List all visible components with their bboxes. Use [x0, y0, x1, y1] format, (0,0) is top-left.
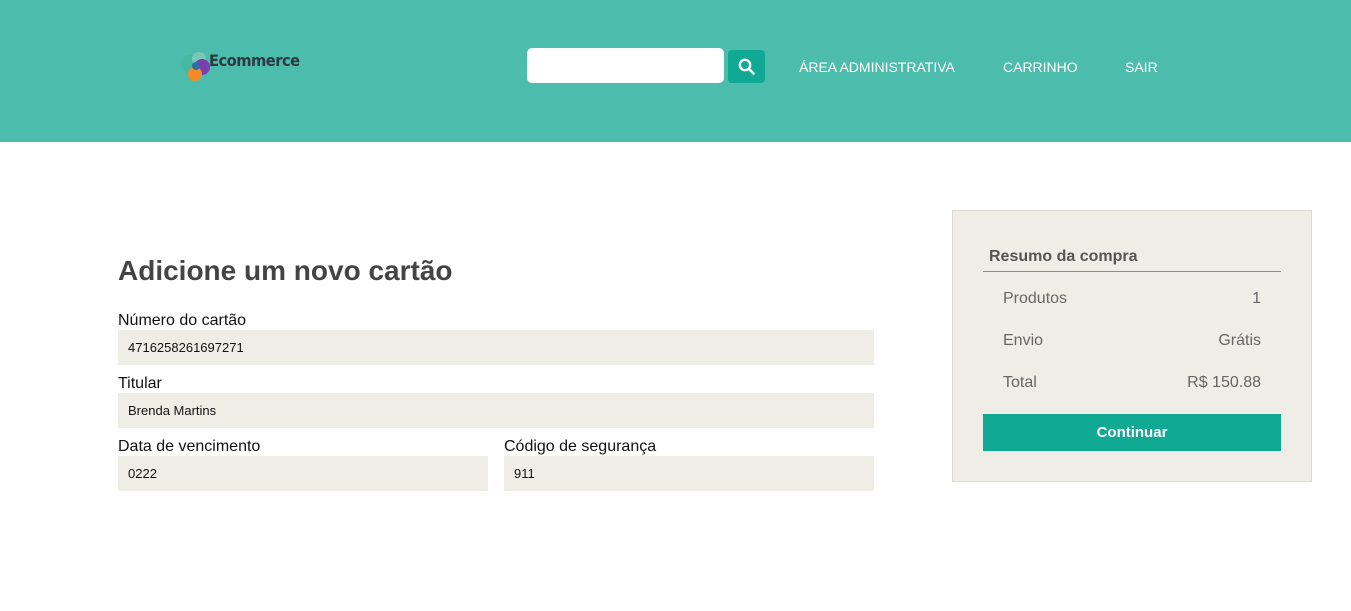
products-count: 1: [1252, 290, 1261, 307]
search-button[interactable]: [728, 50, 765, 83]
summary-row-products: Produtos 1: [1003, 289, 1261, 309]
card-holder-field[interactable]: [118, 393, 874, 428]
card-number-field[interactable]: [118, 330, 874, 365]
nav-cart[interactable]: CARRINHO: [1003, 59, 1078, 75]
total-label: Total: [1003, 374, 1037, 391]
summary-divider: [983, 271, 1281, 272]
total-value: R$ 150.88: [1187, 374, 1261, 391]
summary-row-shipping: Envio Grátis: [1003, 331, 1261, 351]
nav-logout[interactable]: SAIR: [1125, 59, 1158, 75]
card-number-label: Número do cartão: [118, 312, 247, 329]
nav-admin-area[interactable]: ÁREA ADMINISTRATIVA: [799, 59, 955, 75]
card-holder-label: Titular: [118, 375, 162, 392]
shipping-value: Grátis: [1218, 332, 1261, 349]
search-input[interactable]: [527, 48, 724, 83]
security-code-field[interactable]: [504, 456, 874, 491]
top-header: Ecommerce ÁREA ADMINISTRATIVA CARRINHO S…: [0, 0, 1351, 142]
brand-logo[interactable]: Ecommerce: [179, 46, 300, 86]
security-code-label: Código de segurança: [504, 438, 657, 455]
continue-button[interactable]: Continuar: [983, 414, 1281, 451]
summary-row-total: Total R$ 150.88: [1003, 373, 1261, 393]
page-title: Adicione um novo cartão: [118, 255, 453, 286]
products-label: Produtos: [1003, 290, 1068, 307]
order-summary-panel: Resumo da compra Produtos 1 Envio Grátis…: [952, 210, 1312, 482]
logo-text: Ecommerce: [209, 51, 300, 70]
ecommerce-logo-icon: [181, 52, 210, 81]
expiry-date-field[interactable]: [118, 456, 488, 491]
shipping-label: Envio: [1003, 332, 1044, 349]
summary-title: Resumo da compra: [989, 248, 1138, 265]
search-icon: [738, 58, 755, 75]
expiry-date-label: Data de vencimento: [118, 438, 261, 455]
